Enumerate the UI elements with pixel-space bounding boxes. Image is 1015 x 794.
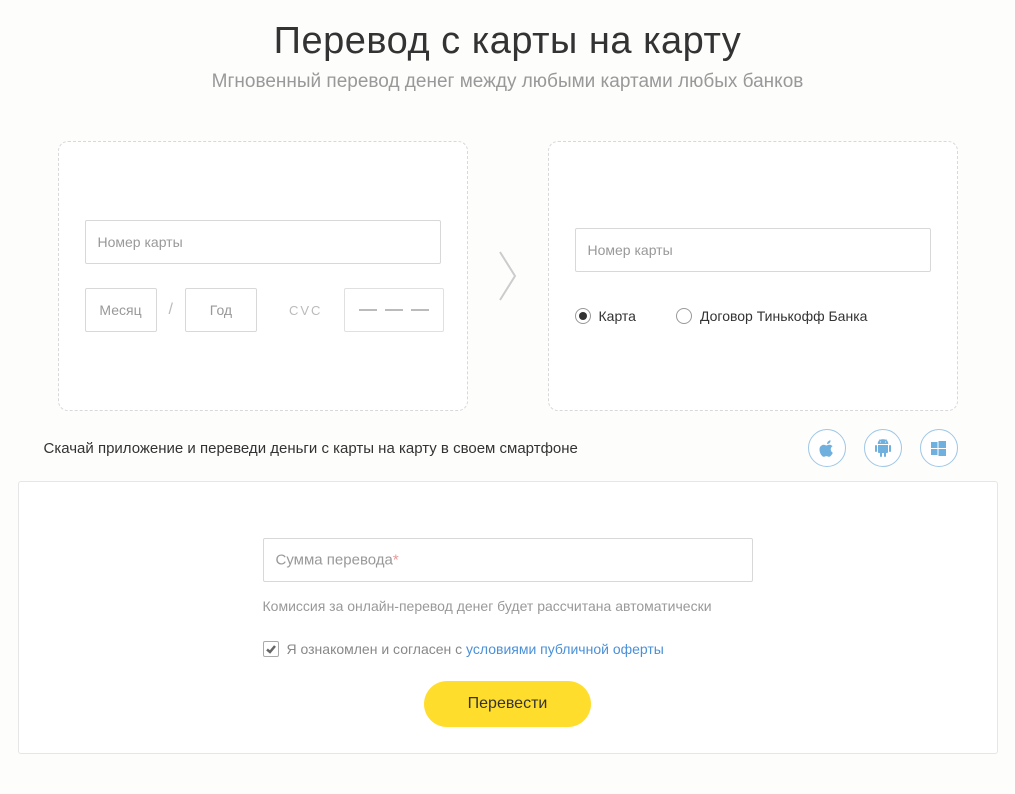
expiry-slash: / xyxy=(169,301,173,319)
offer-terms-link[interactable]: условиями публичной оферты xyxy=(466,641,664,657)
radio-unselected-icon xyxy=(676,308,692,324)
agree-checkbox[interactable] xyxy=(263,641,279,657)
page-subtitle: Мгновенный перевод денег между любыми ка… xyxy=(18,71,998,93)
radio-contract-label: Договор Тинькофф Банка xyxy=(700,308,867,324)
app-promo-text: Скачай приложение и переведи деньги с ка… xyxy=(44,440,578,457)
from-card-year-input[interactable] xyxy=(185,288,257,332)
radio-selected-icon xyxy=(575,308,591,324)
checkmark-icon xyxy=(265,643,277,655)
commission-note: Комиссия за онлайн-перевод денег будет р… xyxy=(263,596,753,617)
android-icon xyxy=(875,439,891,457)
submit-button[interactable]: Перевести xyxy=(424,681,592,727)
radio-card-label: Карта xyxy=(599,308,636,324)
transfer-arrow xyxy=(468,246,548,306)
from-card-expiry-row: / CVC xyxy=(85,288,441,332)
agree-row: Я ознакомлен и согласен с условиями публ… xyxy=(263,641,753,657)
amount-panel: Сумма перевода* Комиссия за онлайн-перев… xyxy=(18,481,998,754)
page-title: Перевод с карты на карту xyxy=(18,20,998,63)
to-card-number-input[interactable] xyxy=(575,228,931,272)
from-card-month-input[interactable] xyxy=(85,288,157,332)
windows-icon xyxy=(931,441,946,456)
agree-text: Я ознакомлен и согласен с условиями публ… xyxy=(287,641,664,657)
apple-icon xyxy=(819,439,835,457)
apple-store-link[interactable] xyxy=(808,429,846,467)
from-card-panel: / CVC xyxy=(58,141,468,411)
app-store-icons xyxy=(808,429,958,467)
amount-input[interactable] xyxy=(263,538,753,582)
radio-contract-option[interactable]: Договор Тинькофф Банка xyxy=(676,308,867,324)
to-card-panel: Карта Договор Тинькофф Банка xyxy=(548,141,958,411)
cards-row: / CVC Карта xyxy=(18,141,998,411)
from-card-cvc-input[interactable] xyxy=(344,288,444,332)
chevron-right-icon xyxy=(497,246,519,306)
cvc-label: CVC xyxy=(289,303,322,318)
app-promo-row: Скачай приложение и переведи деньги с ка… xyxy=(18,429,998,467)
radio-card-option[interactable]: Карта xyxy=(575,308,636,324)
to-card-type-radios: Карта Договор Тинькофф Банка xyxy=(575,308,931,324)
from-card-number-input[interactable] xyxy=(85,220,441,264)
android-store-link[interactable] xyxy=(864,429,902,467)
windows-store-link[interactable] xyxy=(920,429,958,467)
